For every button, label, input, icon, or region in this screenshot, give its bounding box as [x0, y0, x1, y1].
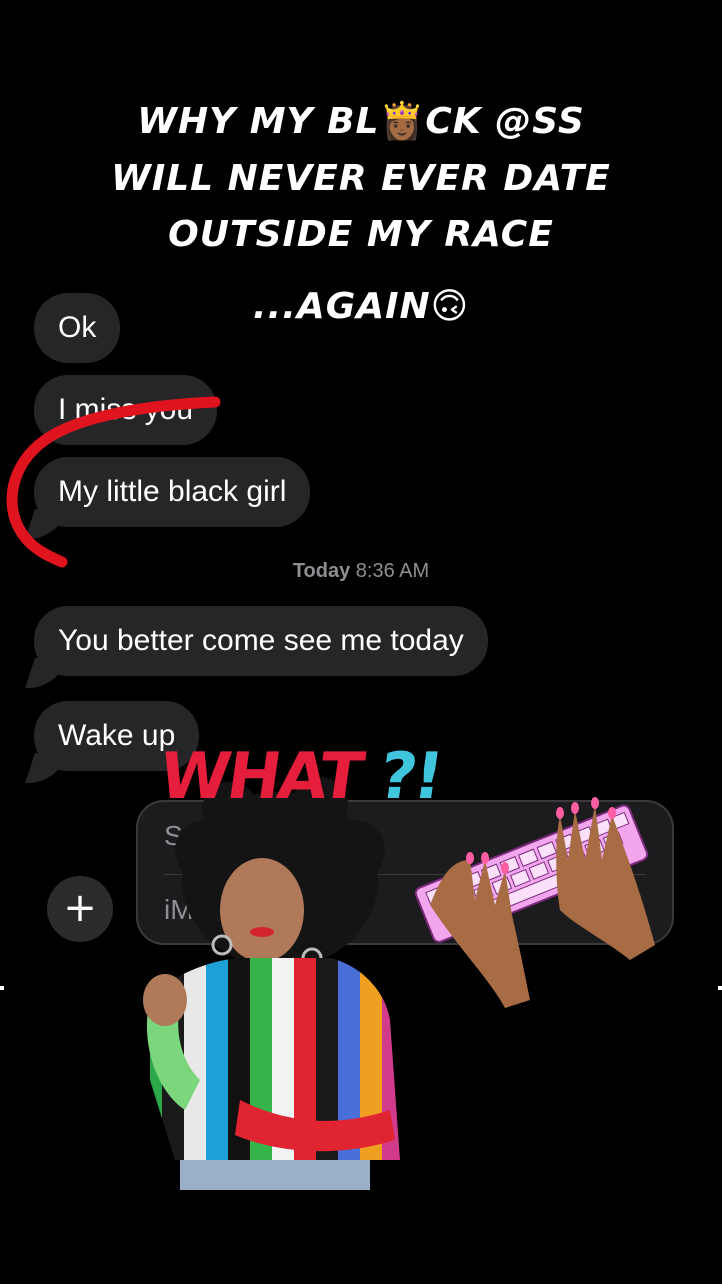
what-text: WHAT [154, 740, 366, 814]
what-qmark: ?! [374, 740, 446, 814]
what-sticker: WHAT ?! [155, 740, 445, 814]
woman-gif-sticker [143, 777, 400, 1190]
